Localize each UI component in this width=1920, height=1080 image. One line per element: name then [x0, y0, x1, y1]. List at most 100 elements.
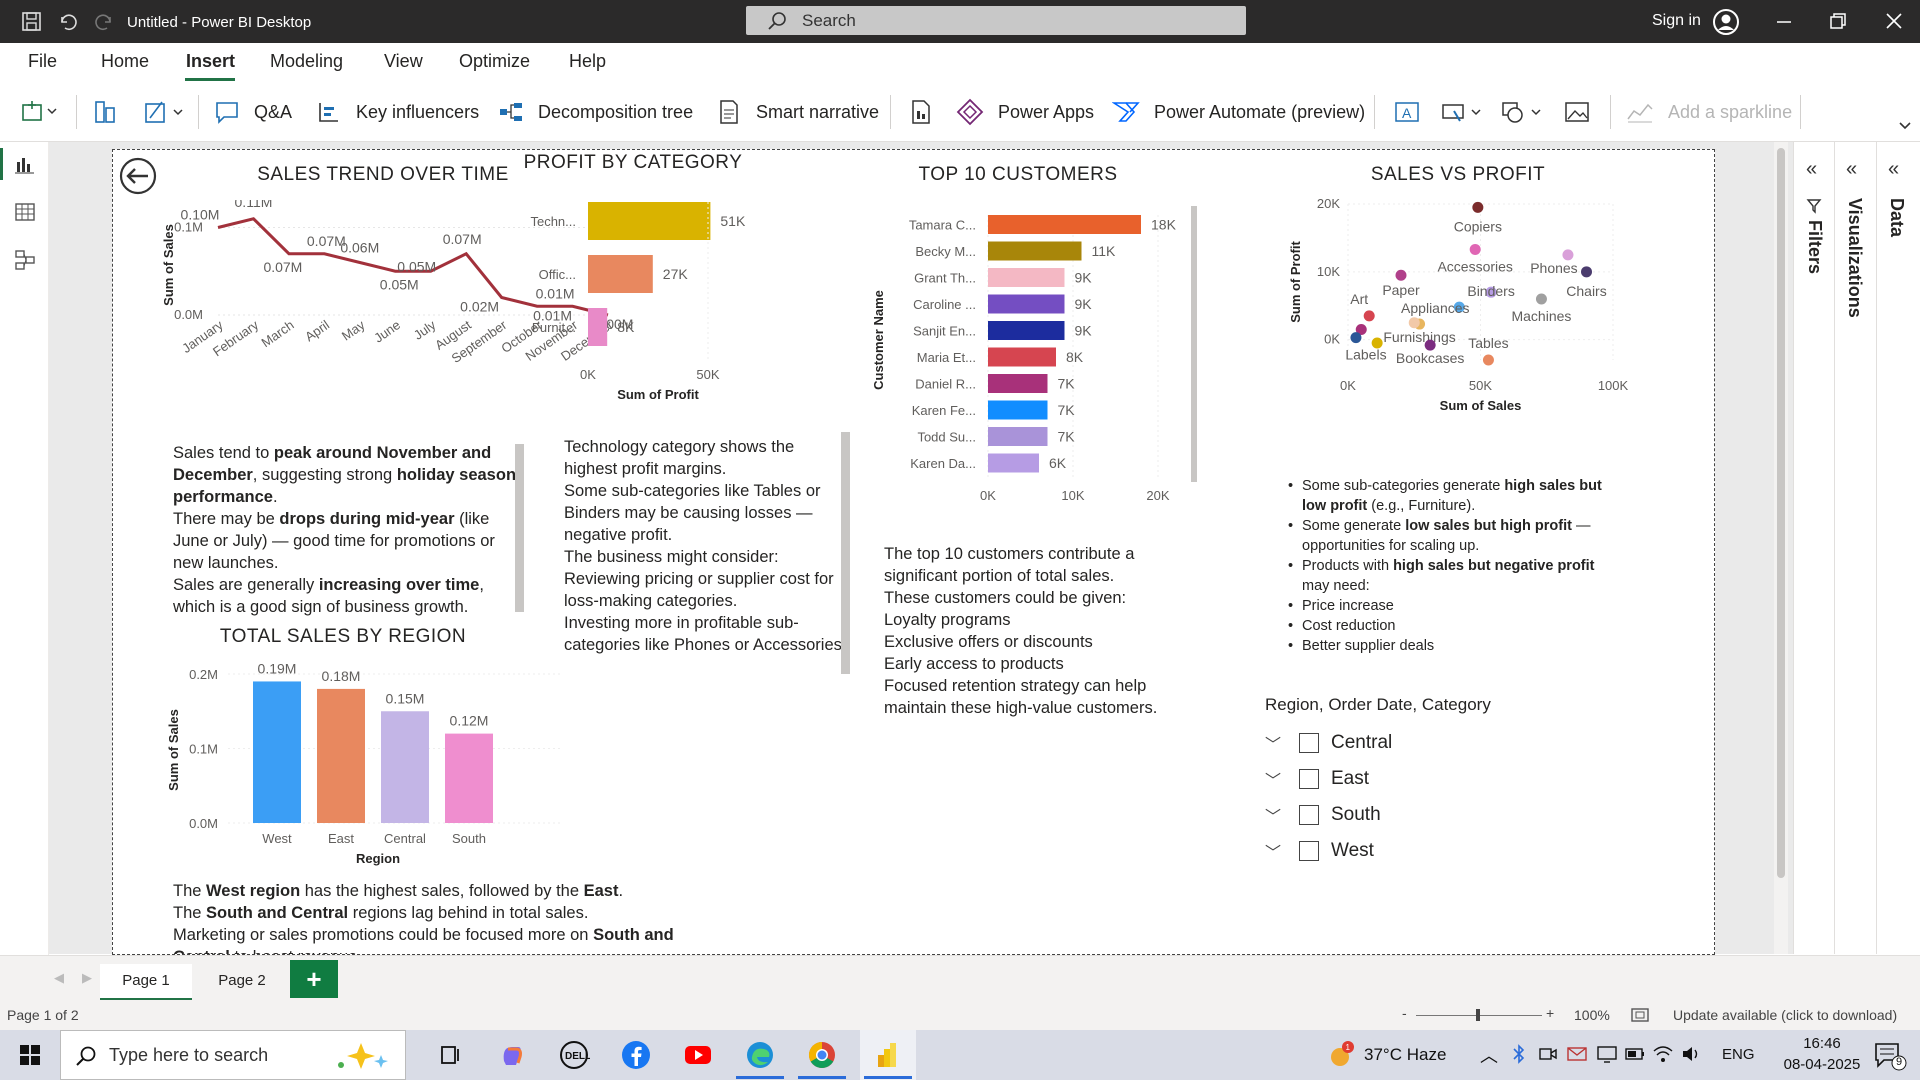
copilot-icon[interactable] [496, 1039, 528, 1071]
slicer-item-central[interactable]: ﹀ Central [1265, 725, 1525, 761]
chevron-down-icon[interactable]: ﹀ [1265, 839, 1291, 863]
checkbox[interactable] [1299, 733, 1319, 753]
menu-home[interactable]: Home [101, 51, 149, 72]
checkbox[interactable] [1299, 805, 1319, 825]
shapes-dropdown[interactable] [1500, 97, 1560, 127]
bluetooth-icon[interactable] [1512, 1044, 1526, 1064]
tab-page-2[interactable]: Page 2 [196, 964, 288, 1001]
restore-icon[interactable] [1828, 11, 1848, 31]
chevrons-left-icon[interactable]: « [1846, 158, 1857, 181]
model-view-icon[interactable] [13, 248, 37, 272]
menu-modeling[interactable]: Modeling [270, 51, 343, 72]
facebook-icon[interactable] [620, 1039, 652, 1071]
chevron-down-icon[interactable]: ﹀ [1265, 803, 1291, 827]
text-scrollbar[interactable] [515, 444, 524, 612]
chevron-down-icon[interactable]: ﹀ [1265, 731, 1291, 755]
save-icon[interactable] [20, 10, 44, 34]
weather-text[interactable]: 37°C Haze [1364, 1045, 1446, 1065]
display-icon[interactable] [1596, 1045, 1618, 1063]
minimize-icon[interactable] [1774, 11, 1794, 31]
clock-date[interactable]: 08-04-2025 [1772, 1056, 1872, 1073]
meet-now-icon[interactable] [1538, 1045, 1558, 1063]
visualizations-pane-tab[interactable]: « Visualizations [1836, 152, 1872, 332]
top-customers-chart[interactable]: 0K 10K 20K Tamara C... 18K Becky M... 11K Grant… [858, 200, 1178, 500]
tab-page-1[interactable]: Page 1 [100, 964, 192, 1001]
slicer-item-south[interactable]: ﹀ South [1265, 797, 1525, 833]
dell-icon[interactable]: DELL [558, 1039, 590, 1071]
volume-icon[interactable] [1680, 1044, 1702, 1064]
chart-scrollbar[interactable] [1191, 206, 1197, 482]
menu-file[interactable]: File [28, 51, 57, 72]
chevron-down-icon[interactable]: ﹀ [1265, 767, 1291, 791]
power-apps-button[interactable]: Power Apps [956, 97, 1094, 127]
decomposition-tree-button[interactable]: Decomposition tree [498, 97, 693, 127]
paginated-report-button[interactable] [910, 97, 946, 127]
task-view-icon[interactable] [434, 1039, 466, 1071]
data-label: 7K [1058, 402, 1076, 418]
filters-pane-tab[interactable]: « Filters [1796, 152, 1832, 332]
chrome-icon[interactable] [806, 1039, 838, 1071]
qa-button[interactable]: Q&A [214, 97, 292, 127]
back-arrow-icon[interactable] [118, 156, 158, 196]
account-icon[interactable] [1712, 8, 1740, 36]
text-box-button[interactable] [92, 97, 134, 127]
zoom-in-button[interactable]: + [1546, 1005, 1554, 1021]
table-view-icon[interactable] [13, 200, 37, 224]
sales-vs-profit-chart[interactable]: 0K 10K 20K 0K 50K 100K Copiers Accessories Phone… [1268, 192, 1688, 452]
menu-insert[interactable]: Insert [186, 51, 235, 72]
prev-page-icon[interactable]: ◀ [54, 970, 64, 986]
windows-start-icon[interactable] [14, 1039, 46, 1071]
power-automate-button[interactable]: Power Automate (preview) [1112, 97, 1365, 127]
checkbox[interactable] [1299, 841, 1319, 861]
text-box-button-2[interactable]: A [1394, 97, 1434, 127]
key-influencers-button[interactable]: Key influencers [316, 97, 479, 127]
profit-category-chart[interactable]: Techn... 51K Offic... 27K Furnit... 8K 0K 50K Su… [513, 190, 763, 400]
wifi-icon[interactable] [1652, 1044, 1674, 1064]
scatter-point [1482, 354, 1494, 366]
add-sparkline-button[interactable]: Add a sparkline [1626, 97, 1792, 127]
taskbar-search-box[interactable]: Type here to search [60, 1030, 406, 1080]
weather-icon[interactable]: 1 [1326, 1040, 1356, 1070]
image-button[interactable] [1564, 97, 1604, 127]
canvas-scrollbar[interactable] [1774, 142, 1788, 954]
notifications-icon[interactable] [1872, 1040, 1908, 1072]
add-page-button[interactable]: + [290, 960, 338, 998]
ribbon-collapse-icon[interactable] [1898, 121, 1912, 131]
powerbi-taskbar-button[interactable] [860, 1030, 916, 1080]
paginated-visual-button[interactable] [142, 97, 200, 127]
undo-icon[interactable] [56, 10, 80, 34]
update-notice[interactable]: Update available (click to download) [1673, 1007, 1897, 1023]
menu-view[interactable]: View [384, 51, 423, 72]
chevrons-left-icon[interactable]: « [1888, 158, 1899, 181]
language-indicator[interactable]: ENG [1722, 1046, 1755, 1063]
redo-icon[interactable] [92, 10, 116, 34]
next-page-icon[interactable]: ▶ [82, 970, 92, 986]
data-pane-tab[interactable]: « Data [1878, 152, 1914, 332]
checkbox[interactable] [1299, 769, 1319, 789]
new-visual-button[interactable] [20, 97, 74, 127]
menu-help[interactable]: Help [569, 51, 606, 72]
zoom-out-button[interactable]: - [1402, 1005, 1407, 1021]
chevron-up-icon[interactable]: ︿ [1480, 1042, 1498, 1068]
mail-icon[interactable] [1566, 1045, 1588, 1063]
sign-in-link[interactable]: Sign in [1652, 12, 1701, 30]
chevrons-left-icon[interactable]: « [1806, 158, 1817, 181]
fit-to-page-icon[interactable] [1630, 1006, 1650, 1024]
region-sales-chart[interactable]: 0.0M 0.1M 0.2M 0.19M West 0.18M East 0.15M Centr… [153, 660, 573, 870]
search-box[interactable]: Search [746, 6, 1246, 35]
buttons-dropdown[interactable] [1440, 97, 1500, 127]
clock-time[interactable]: 16:46 [1782, 1035, 1862, 1052]
youtube-icon[interactable] [682, 1039, 714, 1071]
edge-icon[interactable] [744, 1039, 776, 1071]
close-icon[interactable] [1884, 11, 1904, 31]
report-view-icon[interactable] [13, 152, 37, 176]
battery-icon[interactable] [1624, 1046, 1646, 1062]
copilot-sparkle-icon[interactable] [329, 1039, 395, 1073]
zoom-slider-thumb[interactable] [1476, 1009, 1480, 1021]
text-scrollbar-2[interactable] [841, 432, 850, 674]
data-label: 9K [1075, 323, 1093, 339]
slicer-item-east[interactable]: ﹀ East [1265, 761, 1525, 797]
smart-narrative-button[interactable]: Smart narrative [716, 97, 879, 127]
slicer-item-west[interactable]: ﹀ West [1265, 833, 1525, 869]
menu-optimize[interactable]: Optimize [459, 51, 530, 72]
